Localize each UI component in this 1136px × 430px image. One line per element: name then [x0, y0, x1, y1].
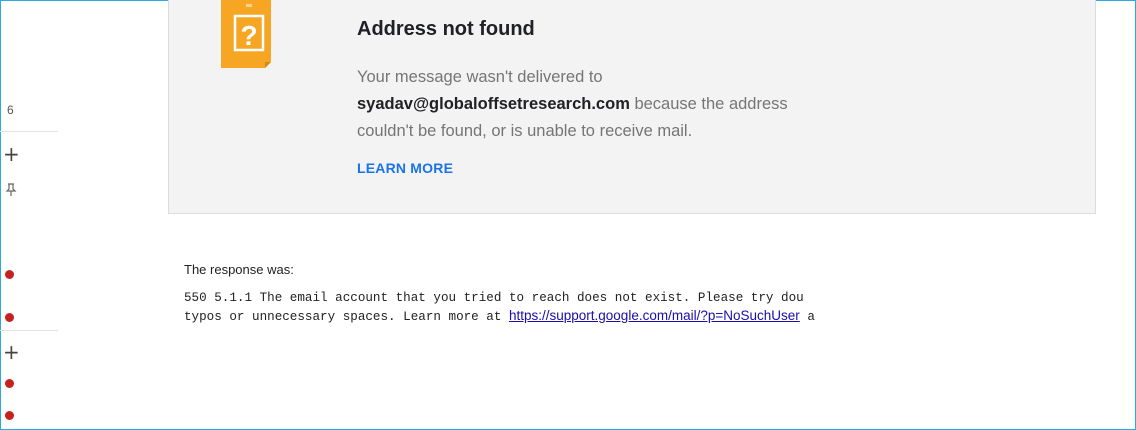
response-line-1: 550 5.1.1 The email account that you tri… [184, 291, 804, 305]
plus-icon[interactable]: + [3, 342, 20, 362]
plus-icon[interactable]: + [3, 144, 20, 164]
unread-count: 6 [7, 103, 14, 117]
question-document-icon: ? [221, 0, 271, 68]
body-line-1: Your message wasn't delivered to [357, 68, 603, 86]
label-dot[interactable] [5, 313, 14, 322]
label-dot[interactable] [5, 270, 14, 279]
response-line-2-suffix: a [799, 310, 815, 324]
label-dot[interactable] [5, 379, 14, 388]
card-title: Address not found [357, 18, 535, 40]
question-mark: ? [240, 20, 257, 51]
recipient-address: syadav@globaloffsetresearch.com [357, 95, 630, 113]
pin-icon[interactable] [5, 183, 17, 197]
body-line-3: couldn't be found, or is unable to recei… [357, 122, 693, 140]
bounce-notice-card: ? Address not found Your message wasn't … [168, 0, 1096, 214]
response-line-2-prefix: typos or unnecessary spaces. Learn more … [184, 310, 509, 324]
support-link[interactable]: https://support.google.com/mail/?p=NoSuc… [509, 308, 800, 323]
body-line-2-rest: because the address [629, 95, 788, 113]
card-body: Your message wasn't delivered to syadav@… [357, 64, 997, 145]
response-label: The response was: [184, 262, 294, 277]
response-text: 550 5.1.1 The email account that you tri… [184, 290, 1136, 326]
divider [0, 131, 58, 132]
divider [0, 330, 58, 331]
left-sidebar-fragment: 6 + + [0, 0, 60, 430]
learn-more-link[interactable]: LEARN MORE [357, 160, 453, 176]
label-dot[interactable] [5, 411, 14, 420]
